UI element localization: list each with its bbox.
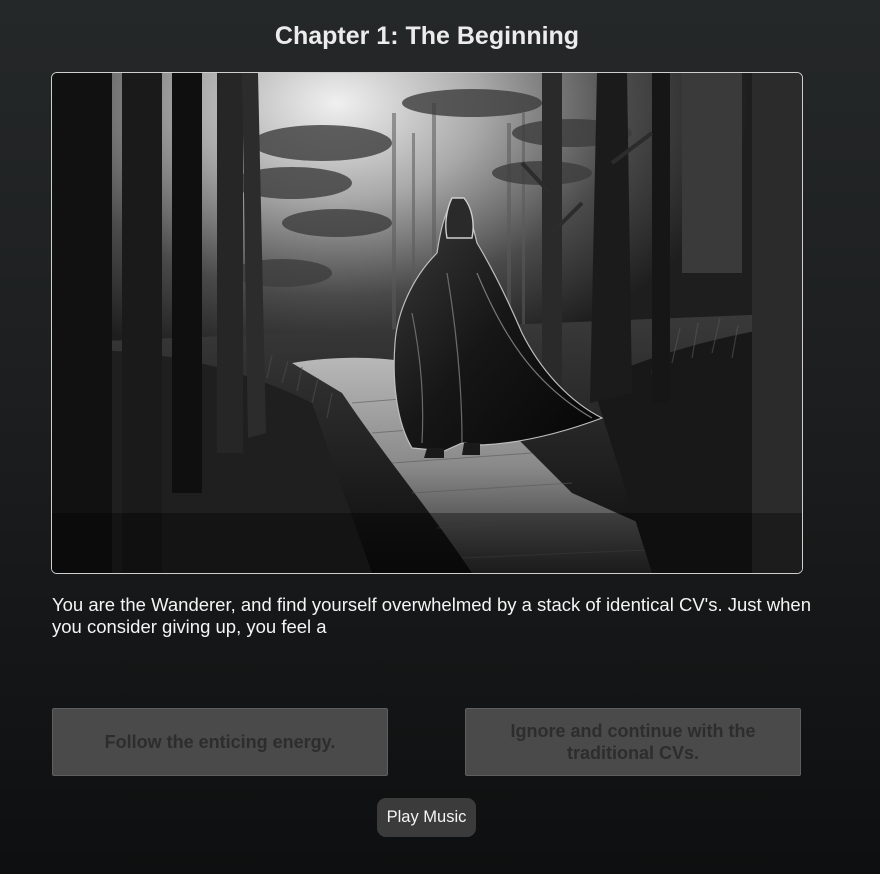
hooded-wanderer-illustration bbox=[52, 73, 802, 573]
chapter-title: Chapter 1: The Beginning bbox=[274, 22, 580, 50]
play-music-button[interactable]: Play Music bbox=[377, 798, 476, 837]
choice-button-continue-traditional[interactable]: Ignore and continue with the traditional… bbox=[465, 708, 801, 776]
choice-button-follow-energy[interactable]: Follow the enticing energy. bbox=[52, 708, 388, 776]
scene-image bbox=[51, 72, 803, 574]
story-text: You are the Wanderer, and find yourself … bbox=[52, 594, 812, 637]
